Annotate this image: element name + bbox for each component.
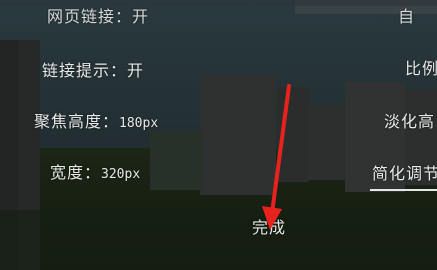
annotation-arrow bbox=[262, 84, 291, 230]
arrow-shaft bbox=[270, 84, 291, 215]
arrow-head bbox=[262, 206, 282, 230]
